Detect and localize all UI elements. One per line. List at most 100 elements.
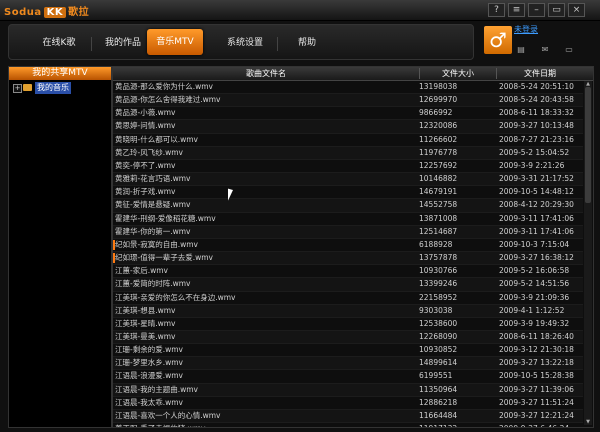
cell-file-name: 黄品源-那么爱你为什么.wmv <box>115 82 213 91</box>
column-header-name[interactable]: 歌曲文件名 <box>113 67 419 80</box>
cell-file-date: 2009-10-5 15:28:38 <box>499 371 574 381</box>
sidebar: 我的共享MTV + 我的音乐 <box>8 66 112 428</box>
user-avatar-icon[interactable]: ♂ <box>484 26 512 54</box>
table-row[interactable]: 霍建华-你的第一.wmv 12514687 2009-3-11 17:41:06 <box>113 225 583 239</box>
cell-file-date: 2008-6-11 18:26:40 <box>499 331 574 341</box>
restore-button[interactable]: ▭ <box>548 3 565 17</box>
table-row[interactable]: 黄品源-小薇.wmv 9866992 2008-6-11 18:33:32 <box>113 107 583 121</box>
column-header-date[interactable]: 文件日期 <box>497 67 583 80</box>
cell-file-name: 黄晓明-什么都可以.wmv <box>115 134 198 144</box>
table-row[interactable]: 江蕙-家后.wmv 10930766 2009-5-2 16:06:58 <box>113 265 583 279</box>
cell-file-size: 6199551 <box>419 371 453 381</box>
table-row[interactable]: 黄奕-停不了.wmv 12257692 2009-3-9 2:21:26 <box>113 160 583 174</box>
cell-file-size: 13399246 <box>419 279 458 289</box>
cell-file-name: 黄征-爱情是悬疑.wmv <box>115 200 191 210</box>
tab-my-works[interactable]: 我的作品 <box>93 33 153 53</box>
table-row[interactable]: 黄乙玲-风飞纱.wmv 11976778 2009-5-2 15:04:52 <box>113 146 583 160</box>
table-header: 歌曲文件名 文件大小 文件日期 <box>113 67 593 81</box>
cell-file-name: 江语晨-我的主题曲.wmv <box>115 384 198 394</box>
login-link[interactable]: 未登录 <box>514 24 538 35</box>
minimize-button[interactable]: – <box>528 3 545 17</box>
logo-prefix: Sodua <box>4 7 42 18</box>
cell-file-name: 纪如璟-值得一辈子去爱.wmv <box>115 253 213 263</box>
user-panel: ♂ 未登录 ▤ ✉ ▭ <box>478 24 594 58</box>
table-row[interactable]: 江蕙-爱简的时阵.wmv 13399246 2009-5-2 14:51:56 <box>113 278 583 292</box>
cell-file-name: 黄润-折子戏.wmv <box>115 187 176 197</box>
tree-item-label[interactable]: 我的音乐 <box>35 82 71 94</box>
cell-file-size: 11976778 <box>419 147 458 157</box>
table-row[interactable]: 黄晓明-什么都可以.wmv 11266602 2008-7-27 21:23:16 <box>113 134 583 147</box>
cell-file-name: 霍建华-刑纲-爱像稻花糖.wmv <box>115 213 216 223</box>
cell-file-name: 纪如景-寂寞的自由.wmv <box>115 239 198 249</box>
cell-file-size: 6188928 <box>419 239 453 249</box>
cell-file-date: 2009-3-27 11:51:24 <box>499 397 574 407</box>
cell-file-date: 2009-3-31 21:17:52 <box>499 174 574 184</box>
cell-file-name: 黄品源-你怎么舍得我难过.wmv <box>115 95 221 105</box>
cell-file-size: 9303038 <box>419 305 453 315</box>
table-row[interactable]: 江语晨-喜欢一个人的心情.wmv 11664484 2009-3-27 12:21:… <box>113 409 583 424</box>
profile-icon[interactable]: ▤ <box>516 46 526 54</box>
cell-file-date: 2008-5-24 20:43:58 <box>499 95 574 105</box>
table-row[interactable]: 江语晨-浪漫爱.wmv 6199551 2009-10-5 15:28:38 <box>113 370 583 384</box>
tab-music-mtv[interactable]: 音乐MTV <box>147 29 203 55</box>
cell-file-date: 2009-9-27 6:46:24 <box>499 423 585 427</box>
table-row[interactable]: 纪如璟-值得一辈子去爱.wmv 13757878 2009-3-27 16:38:1… <box>113 252 583 266</box>
cell-file-date: 2009-3-27 10:13:48 <box>499 121 574 131</box>
menu-icon[interactable]: ≡ <box>508 3 525 17</box>
cell-file-date: 2008-4-12 20:29:30 <box>499 200 574 210</box>
cell-file-size: 10930766 <box>419 266 458 276</box>
chat-icon[interactable]: ▭ <box>564 46 574 54</box>
cell-file-size: 12268090 <box>419 331 458 341</box>
cell-file-date: 2008-5-24 20:51:10 <box>499 82 574 91</box>
cell-file-date: 2008-6-11 18:33:32 <box>499 108 574 118</box>
cell-file-date: 2009-3-27 11:39:06 <box>499 384 574 394</box>
app-logo: Sodua KK 歌拉 <box>4 3 89 18</box>
tree-item-my-music[interactable]: + 我的音乐 <box>9 82 111 94</box>
tab-help[interactable]: 帮助 <box>279 33 335 53</box>
mail-icon[interactable]: ✉ <box>540 46 550 54</box>
mouse-cursor-icon <box>228 188 238 204</box>
cell-file-size: 11350964 <box>419 384 458 394</box>
cell-file-name: 江蕙-爱简的时阵.wmv <box>115 279 191 289</box>
help-icon[interactable]: ? <box>488 3 505 17</box>
table-row[interactable]: 江美琪-星晴.wmv 12538600 2009-3-9 19:49:32 <box>113 318 583 331</box>
table-row[interactable]: 江语晨-我太乖.wmv 12886218 2009-3-27 11:51:24 <box>113 397 583 410</box>
logo-suffix: 歌拉 <box>68 7 90 18</box>
cell-file-name: 江美琪-想县.wmv <box>115 305 176 315</box>
table-row[interactable]: 江语晨-我的主题曲.wmv 11350964 2009-3-27 11:39:06 <box>113 383 583 397</box>
cell-file-size: 12538600 <box>419 318 458 328</box>
scroll-down-icon[interactable]: ▼ <box>584 419 592 425</box>
expand-icon[interactable]: + <box>13 84 22 93</box>
cell-file-date: 2009-3-9 21:09:36 <box>499 292 570 302</box>
tab-settings[interactable]: 系统设置 <box>215 33 275 53</box>
cell-file-name: 江美琪-曼美.wmv <box>115 331 176 341</box>
cell-file-date: 2009-5-2 14:51:56 <box>499 279 570 289</box>
table-row[interactable]: 江美琪-曼美.wmv 12268090 2008-6-11 18:26:40 <box>113 330 583 345</box>
close-button[interactable]: × <box>568 3 585 17</box>
table-row[interactable]: 霍建华-刑纲-爱像稻花糖.wmv 13871008 2009-3-11 17:41:… <box>113 213 583 226</box>
table-row[interactable]: 黄雅莉-花言巧语.wmv 10146882 2009-3-31 21:17:52 <box>113 173 583 187</box>
cell-file-size: 12699970 <box>419 95 458 105</box>
cell-file-size: 13757878 <box>419 253 458 263</box>
column-header-size[interactable]: 文件大小 <box>420 67 496 80</box>
sidebar-title: 我的共享MTV <box>9 67 111 80</box>
cell-file-name: 江语晨-浪漫爱.wmv <box>115 371 183 381</box>
scrollbar-thumb[interactable] <box>585 87 591 203</box>
tab-online-karaoke[interactable]: 在线K歌 <box>29 33 89 53</box>
table-row[interactable]: 江珊-剩余的爱.wmv 10930852 2009-3-12 21:30:18 <box>113 344 583 358</box>
main-nav: 在线K歌 我的作品 音乐MTV 系统设置 帮助 <box>8 24 474 60</box>
table-row[interactable]: 黄思婷-问情.wmv 12320086 2009-3-27 10:13:48 <box>113 120 583 134</box>
vertical-scrollbar[interactable]: ▲ ▼ <box>584 81 592 425</box>
title-bar[interactable]: Sodua KK 歌拉 ? ≡ – ▭ × <box>0 0 600 21</box>
table-row[interactable]: 江美琪-想县.wmv 9303038 2009-4-1 1:12:52 <box>113 304 583 318</box>
table-row[interactable]: 江美琪-亲爱的你怎么不在身边.wmv 22158952 2009-3-9 21:09… <box>113 292 583 305</box>
table-row[interactable]: 黄征-爱情是悬疑.wmv 14552758 2008-4-12 20:29:30 <box>113 199 583 213</box>
table-row[interactable]: 黄润-折子戏.wmv 14679191 2009-10-5 14:48:12 <box>113 186 583 200</box>
table-row[interactable]: 纪如景-寂寞的自由.wmv 6188928 2009-10-3 7:15:04 <box>113 239 583 253</box>
cell-file-size: 13198038 <box>419 82 458 91</box>
table-row[interactable]: 姜玉阳-丢了幸福的猪.wmv 11917132 2009-9-27 6:46:24 <box>113 423 585 427</box>
cell-file-size: 22158952 <box>419 292 458 302</box>
table-row[interactable]: 黄品源-那么爱你为什么.wmv 13198038 2008-5-24 20:51:1… <box>113 81 583 95</box>
table-row[interactable]: 黄品源-你怎么舍得我难过.wmv 12699970 2008-5-24 20:43:… <box>113 94 583 108</box>
table-row[interactable]: 江珊-梦里水乡.wmv 14899614 2009-3-27 13:22:18 <box>113 357 583 371</box>
